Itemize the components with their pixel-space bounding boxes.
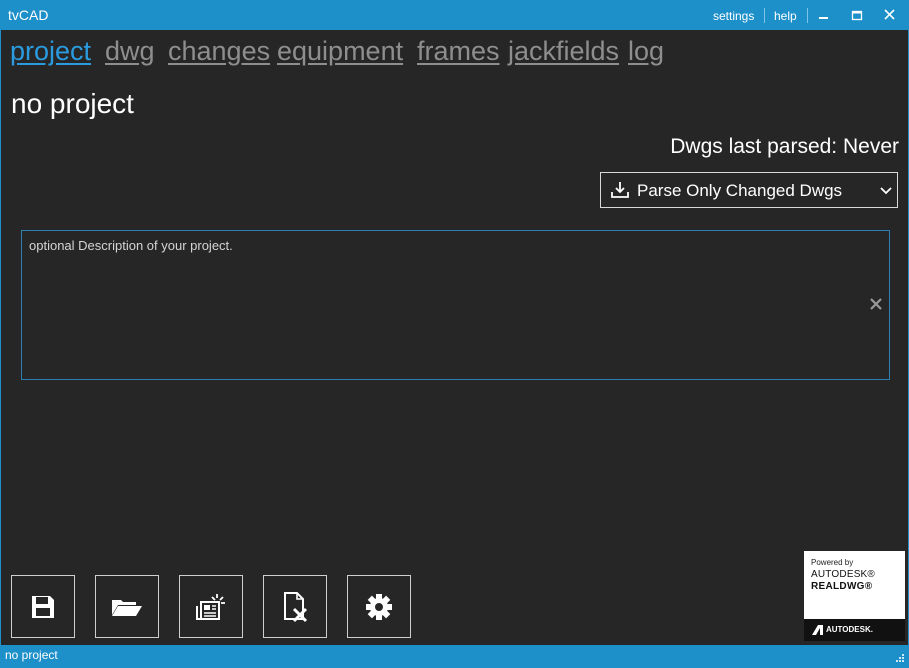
tab-project[interactable]: project: [10, 36, 91, 67]
minimize-icon: [819, 17, 828, 19]
project-title: no project: [11, 88, 134, 119]
newspaper-spark-icon: [196, 593, 225, 620]
chevron-down-icon[interactable]: [879, 184, 893, 202]
help-link[interactable]: help: [774, 9, 797, 23]
close-icon: [884, 9, 895, 20]
settings-button[interactable]: [347, 575, 411, 638]
logo-powered-by: Powered by: [811, 558, 854, 567]
maximize-button[interactable]: [848, 6, 866, 24]
tab-log[interactable]: log: [628, 36, 664, 67]
tab-label: changes: [168, 36, 271, 66]
save-button[interactable]: [11, 575, 75, 638]
document-x-icon: [284, 591, 308, 622]
autodesk-mark-icon: [812, 625, 823, 637]
settings-link[interactable]: settings: [713, 9, 754, 23]
parse-dropdown-button[interactable]: Parse Only Changed Dwgs: [600, 172, 898, 208]
close-window-button[interactable]: [881, 6, 899, 24]
logo-realdwg: REALDWG®: [811, 581, 873, 592]
gear-icon: [366, 593, 392, 620]
status-text: no project: [5, 648, 58, 662]
parse-dropdown-label: Parse Only Changed Dwgs: [637, 181, 843, 200]
titlebar-separator: [764, 8, 765, 23]
status-bar: no project: [1, 645, 908, 664]
close-project-button[interactable]: [263, 575, 327, 638]
logo-autodesk: AUTODESK®: [811, 569, 875, 580]
open-button[interactable]: [95, 575, 159, 638]
clear-description-button[interactable]: [869, 297, 883, 316]
tab-changes[interactable]: changes: [168, 36, 270, 67]
new-project-button[interactable]: [179, 575, 243, 638]
download-tray-icon: [610, 180, 630, 205]
minimize-button[interactable]: [815, 6, 833, 24]
tab-label: frames: [417, 36, 500, 66]
maximize-icon: [851, 10, 863, 21]
close-icon: [870, 298, 882, 310]
resize-grip-icon[interactable]: [895, 650, 905, 668]
tab-label: dwg: [105, 36, 155, 66]
autodesk-realdwg-logo: Powered by AUTODESK® REALDWG® AUTODESK.: [804, 551, 905, 641]
tab-label: project: [10, 36, 92, 66]
tab-label: equipment: [277, 36, 404, 66]
main-window: tvCAD settings help project dwg changes …: [1, 0, 908, 664]
open-folder-icon: [112, 599, 142, 616]
tab-dwg[interactable]: dwg: [105, 36, 155, 67]
logo-footer: AUTODESK.: [804, 619, 905, 641]
description-placeholder: optional Description of your project.: [29, 238, 233, 253]
logo-footer-text: AUTODESK.: [826, 625, 873, 634]
tab-label: jackfields: [508, 36, 620, 66]
tab-equipment[interactable]: equipment: [277, 36, 403, 67]
tab-label: log: [628, 36, 665, 66]
titlebar-separator: [807, 8, 808, 23]
tab-jackfields[interactable]: jackfields: [508, 36, 619, 67]
project-description-field[interactable]: optional Description of your project.: [21, 230, 890, 380]
dwgs-last-parsed-label: Dwgs last parsed: Never: [670, 135, 899, 158]
title-bar[interactable]: tvCAD settings help: [1, 0, 908, 30]
tab-frames[interactable]: frames: [417, 36, 500, 67]
floppy-disk-icon: [32, 595, 54, 618]
app-title: tvCAD: [8, 7, 49, 23]
